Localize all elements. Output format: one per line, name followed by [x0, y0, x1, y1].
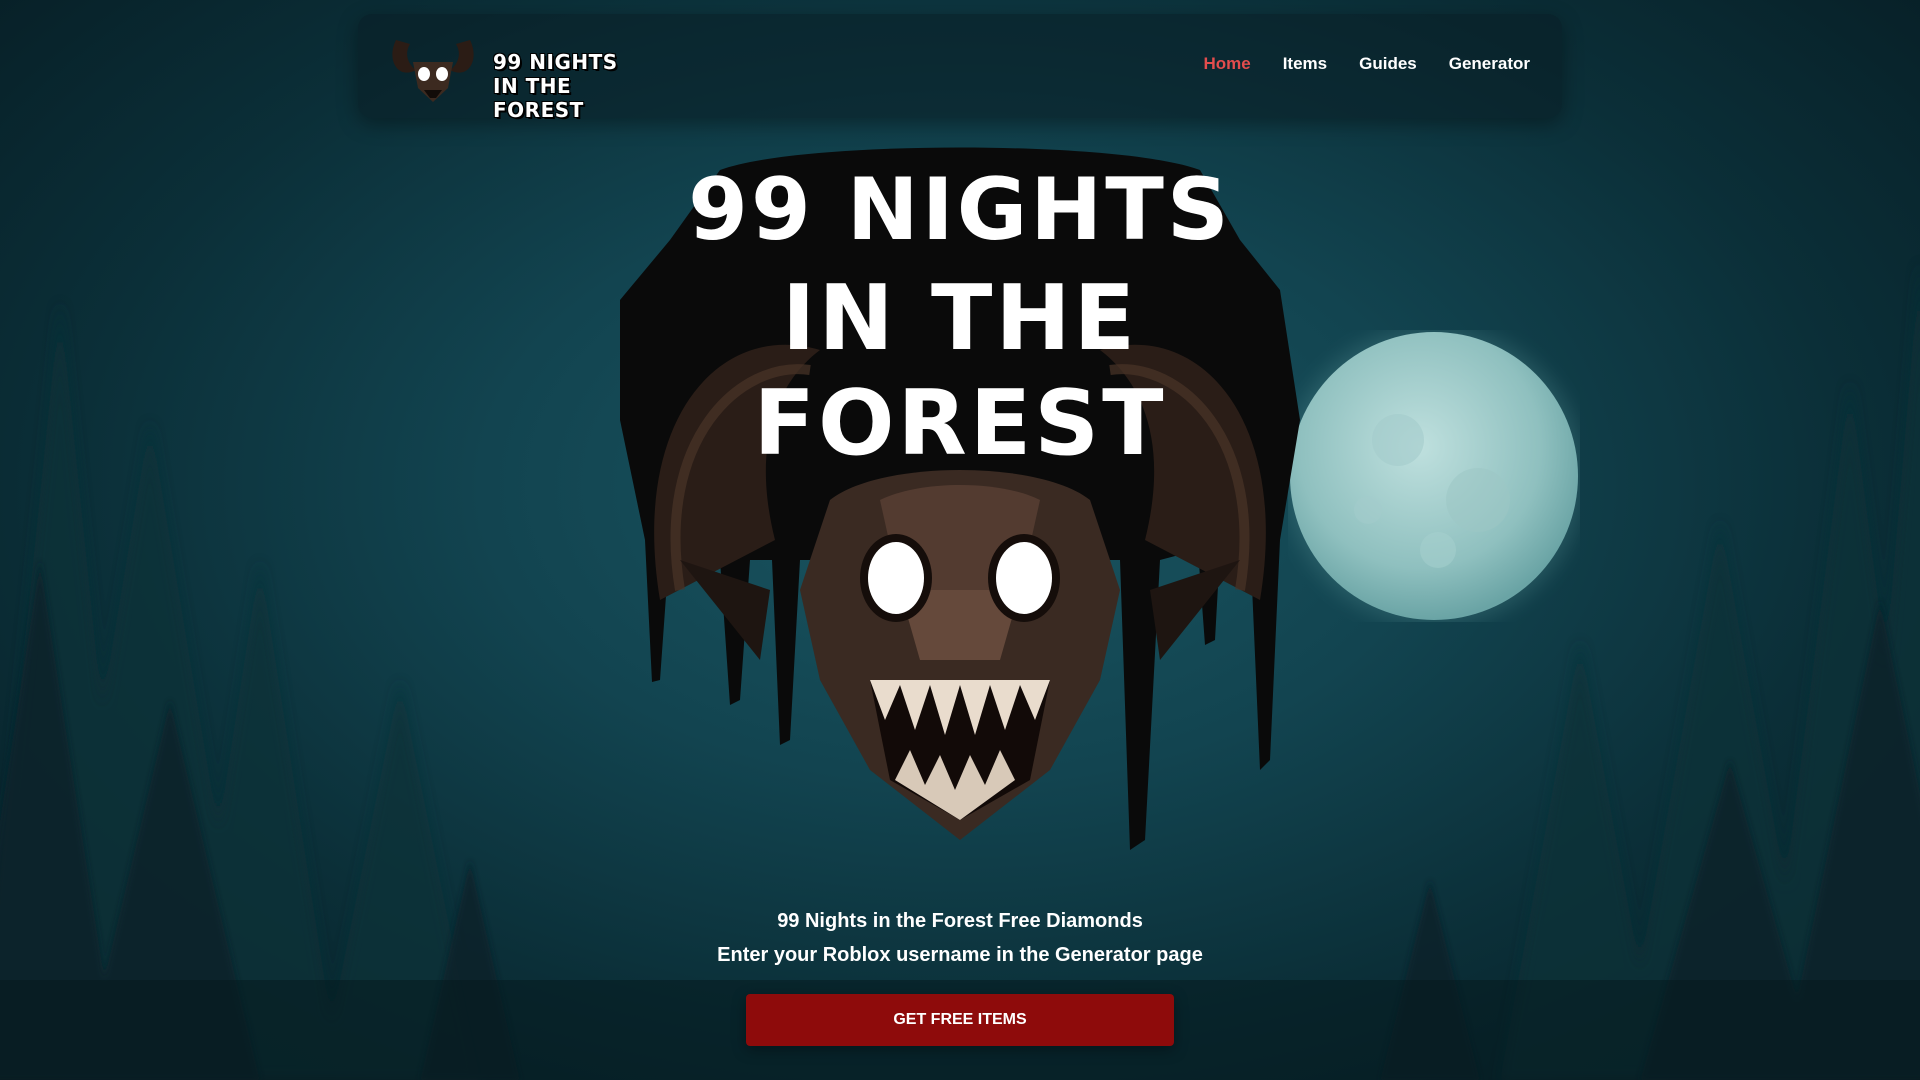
- nav-link-home[interactable]: Home: [1203, 54, 1250, 74]
- nav-links: Home Items Guides Generator: [1203, 54, 1530, 74]
- hero-title-line2: IN THE FOREST: [753, 266, 1167, 476]
- logo-text-line1: 99 NIGHTS: [493, 50, 618, 74]
- top-navbar: 99 NIGHTS IN THE FOREST Home Items Guide…: [358, 14, 1562, 122]
- hero-artwork: 99 NIGHTS IN THE FOREST: [600, 120, 1320, 880]
- nav-link-guides[interactable]: Guides: [1359, 54, 1417, 74]
- full-moon: [1284, 326, 1584, 626]
- hero-tagline-secondary: Enter your Roblox username in the Genera…: [717, 944, 1203, 966]
- goat-skull-icon: [392, 40, 474, 102]
- logo-text-line2: IN THE FOREST: [493, 74, 584, 122]
- site-logo[interactable]: 99 NIGHTS IN THE FOREST: [388, 30, 618, 122]
- nav-link-generator[interactable]: Generator: [1449, 54, 1530, 74]
- get-free-items-button[interactable]: GET FREE ITEMS: [746, 994, 1174, 1046]
- hero-tagline-primary: 99 Nights in the Forest Free Diamonds: [777, 910, 1143, 932]
- nav-link-items[interactable]: Items: [1283, 54, 1327, 74]
- hero-title-line1: 99 NIGHTS: [688, 160, 1232, 260]
